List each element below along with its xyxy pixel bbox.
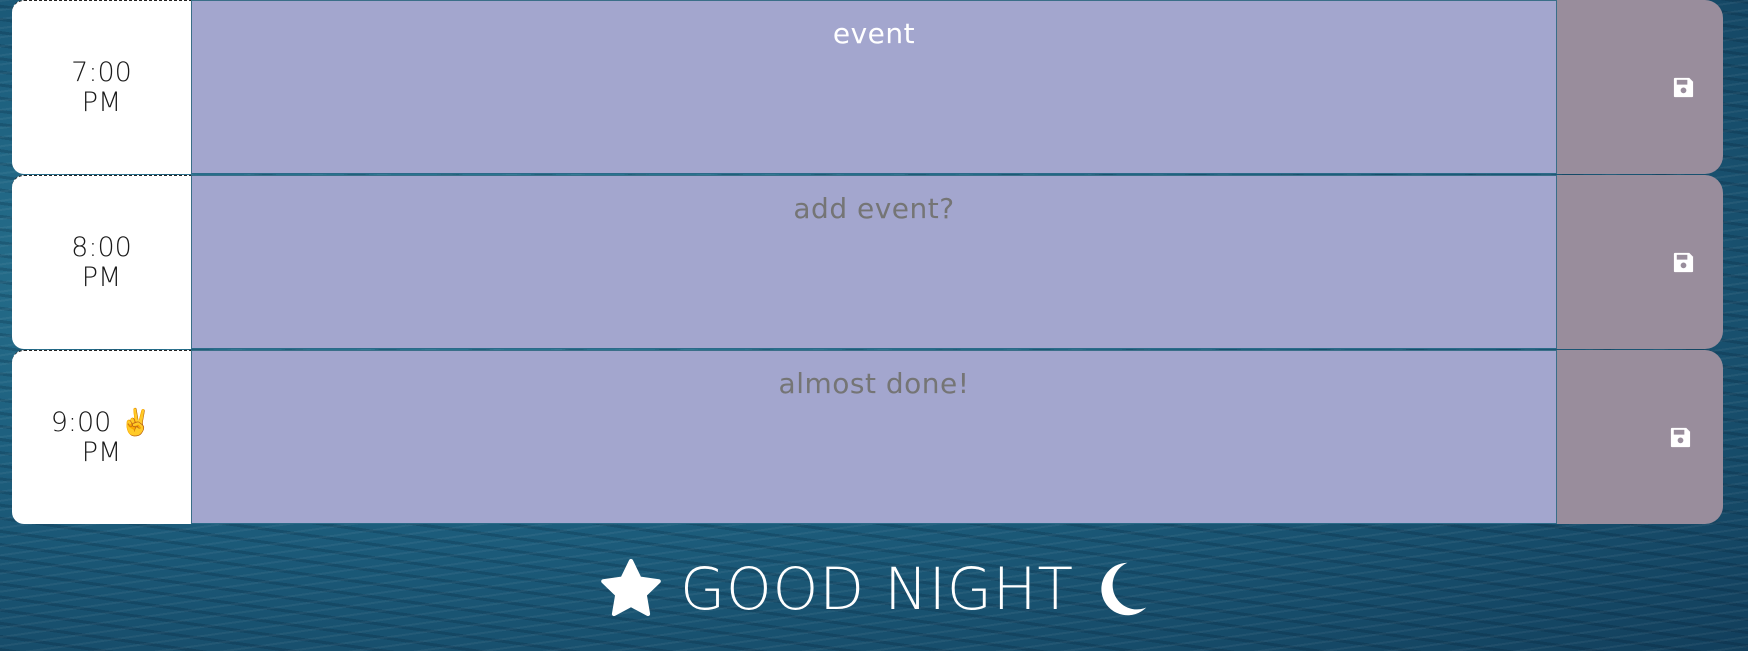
time-block-8pm: 8:00 PM bbox=[12, 175, 1723, 350]
victory-hand-emoji: ✌ bbox=[119, 407, 153, 438]
save-button[interactable] bbox=[1557, 175, 1723, 349]
hour-label: 8:00 PM bbox=[12, 175, 191, 349]
footer-title: GOOD NIGHT bbox=[680, 555, 1074, 623]
floppy-disk-icon bbox=[1673, 77, 1694, 98]
star-icon bbox=[601, 558, 661, 617]
hour-label: 7:00 PM bbox=[12, 0, 191, 174]
time-block-7pm: 7:00 PM event bbox=[12, 0, 1723, 175]
hour-meridiem: PM bbox=[81, 261, 122, 293]
floppy-disk-icon bbox=[1670, 427, 1691, 448]
hour-meridiem: PM bbox=[81, 436, 122, 468]
hour-label: 9:00 ✌ PM bbox=[12, 350, 191, 524]
save-button[interactable] bbox=[1557, 0, 1723, 174]
planner: 7:00 PM event 8:00 PM add event? 9:00 ✌ … bbox=[12, 0, 1723, 525]
floppy-disk-icon bbox=[1673, 252, 1694, 273]
time-block-9pm: 9:00 ✌ PM bbox=[12, 350, 1723, 525]
event-description-input[interactable] bbox=[191, 175, 1557, 349]
hour-meridiem: PM bbox=[81, 86, 122, 118]
event-description-input[interactable] bbox=[191, 350, 1557, 524]
hour-time: 9:00 bbox=[50, 406, 112, 438]
event-description-input[interactable]: event bbox=[191, 0, 1557, 174]
footer: GOOD NIGHT bbox=[0, 555, 1748, 623]
save-button[interactable] bbox=[1557, 350, 1723, 524]
hour-time: 8:00 bbox=[71, 231, 132, 263]
hour-time: 7:00 bbox=[71, 56, 132, 88]
moon-icon bbox=[1101, 562, 1147, 616]
